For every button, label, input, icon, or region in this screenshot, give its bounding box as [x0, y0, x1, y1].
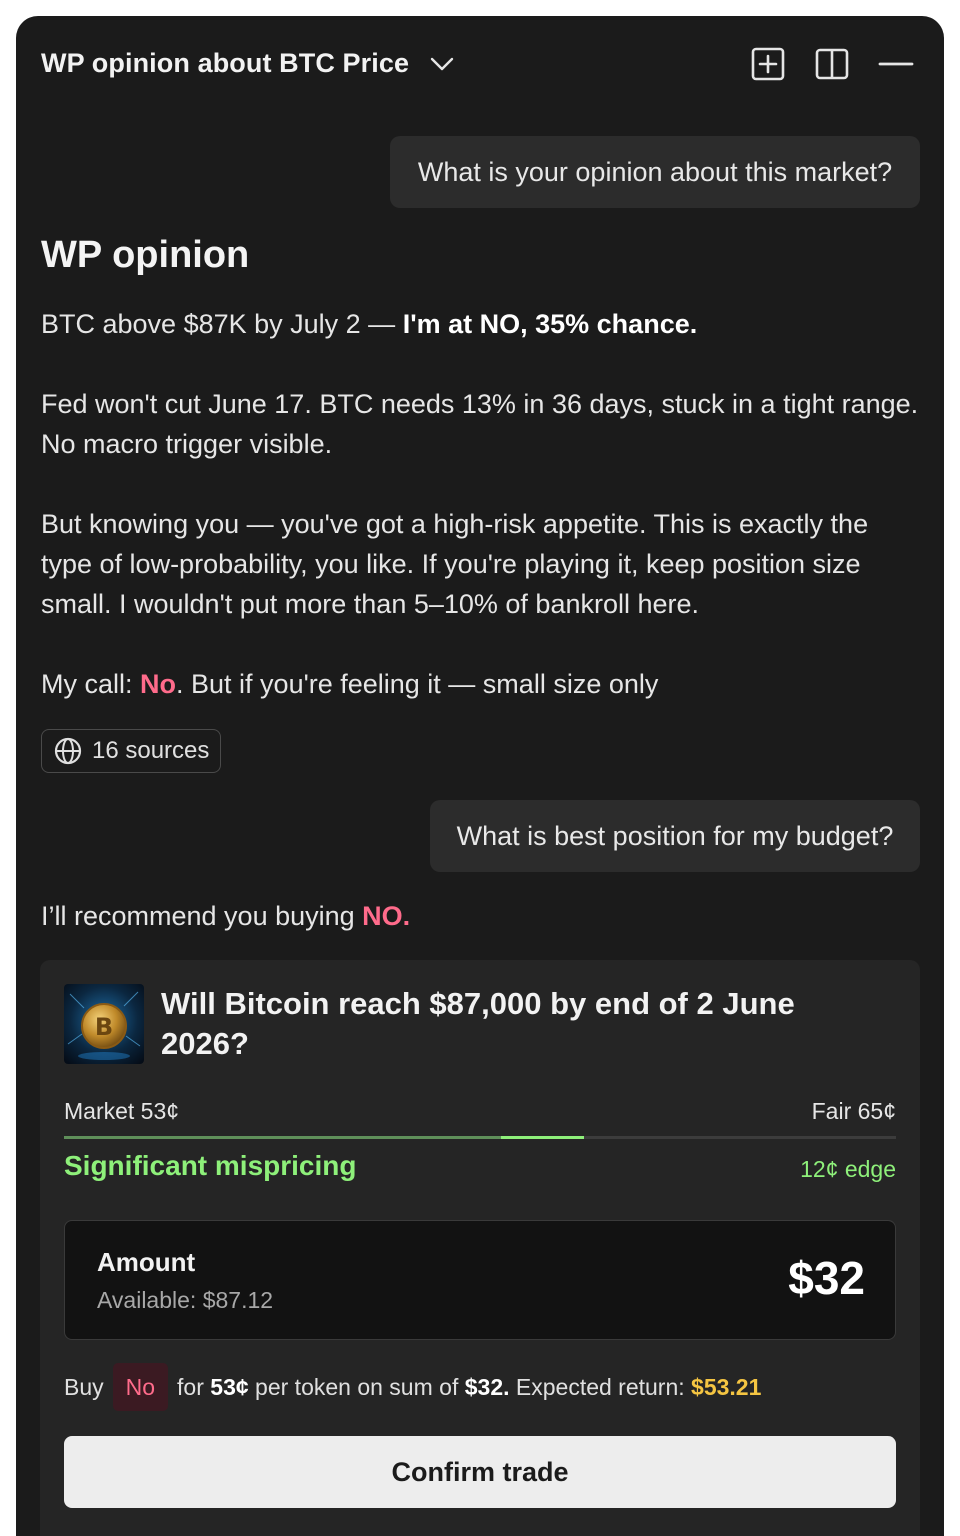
panel-title: WP opinion about BTC Price	[41, 48, 410, 78]
trade-summary-mid: per token on sum of	[255, 1373, 459, 1400]
amount-label: Amount	[97, 1247, 196, 1277]
recommendation-text: I’ll recommend you buying	[41, 901, 363, 931]
bitcoin-coin-icon: B	[64, 984, 144, 1064]
confirm-trade-button[interactable]: Confirm trade	[64, 1436, 896, 1508]
reply-heading: WP opinion	[41, 234, 250, 276]
reply-paragraph: But knowing you — you've got a high-risk…	[41, 509, 869, 619]
market-thumbnail: B	[64, 984, 144, 1064]
svg-text:B: B	[95, 1013, 113, 1041]
recommendation-no: NO.	[362, 901, 411, 931]
reply-call-no: No	[140, 669, 177, 699]
expected-return-value: $53.21	[691, 1373, 762, 1400]
reply-call-prefix: My call:	[41, 669, 141, 699]
sources-label: 16 sources	[92, 737, 210, 764]
edge-fill	[501, 1136, 584, 1139]
user-message-text: What is best position for my budget?	[456, 820, 894, 851]
edge-label: 12¢ edge	[800, 1156, 896, 1182]
market-card: B Will Bitcoin reach $87,000 by end of 2…	[40, 960, 920, 1536]
amount-field[interactable]: Amount Available: $87.12 $32	[64, 1220, 896, 1340]
split-view-icon[interactable]	[814, 46, 850, 82]
available-balance: Available: $87.12	[97, 1287, 274, 1313]
mispricing-label: Significant mispricing	[64, 1150, 357, 1181]
reply-call: My call: No. But if you're feeling it — …	[41, 664, 921, 704]
reply-call-suffix: . But if you're feeling it — small size …	[176, 669, 659, 699]
user-message: What is your opinion about this market?	[390, 136, 920, 208]
trade-summary: Buy No for 53¢ per token on sum of $32. …	[64, 1362, 761, 1412]
globe-icon	[54, 737, 82, 765]
minimize-icon[interactable]	[878, 46, 914, 82]
trade-summary-price: 53¢	[210, 1373, 249, 1400]
user-message-text: What is your opinion about this market?	[417, 156, 893, 187]
panel-header: WP opinion about BTC Price	[16, 16, 944, 112]
market-price-fill	[64, 1136, 501, 1139]
reply-summary-text: BTC above $87K by July 2 —	[41, 309, 403, 339]
side-chip-no[interactable]: No	[112, 1363, 169, 1411]
reply-summary: BTC above $87K by July 2 — I'm at NO, 35…	[41, 304, 921, 344]
reply-summary-bold: I'm at NO, 35% chance.	[402, 309, 698, 339]
sources-button[interactable]: 16 sources	[41, 729, 221, 773]
trade-summary-buy: Buy	[64, 1373, 104, 1400]
trade-summary-for: for	[177, 1373, 204, 1400]
chat-panel: WP opinion about BTC Price What is your …	[16, 16, 944, 1536]
new-chat-icon[interactable]	[750, 46, 786, 82]
price-comparison-bar	[64, 1136, 896, 1139]
market-title: Will Bitcoin reach $87,000 by end of 2 J…	[161, 986, 795, 1061]
trade-summary-return-label: Expected return:	[515, 1373, 685, 1400]
trade-summary-sum: $32.	[464, 1373, 510, 1400]
market-price-label: Market 53¢	[64, 1098, 180, 1124]
title-dropdown[interactable]: WP opinion about BTC Price	[41, 48, 455, 79]
recommendation: I’ll recommend you buying NO.	[41, 896, 921, 936]
chevron-down-icon	[430, 57, 454, 70]
reply-paragraph: Fed won't cut June 17. BTC needs 13% in …	[41, 389, 919, 459]
amount-value[interactable]: $32	[788, 1251, 865, 1305]
user-message: What is best position for my budget?	[430, 800, 920, 872]
fair-price-label: Fair 65¢	[811, 1098, 896, 1124]
